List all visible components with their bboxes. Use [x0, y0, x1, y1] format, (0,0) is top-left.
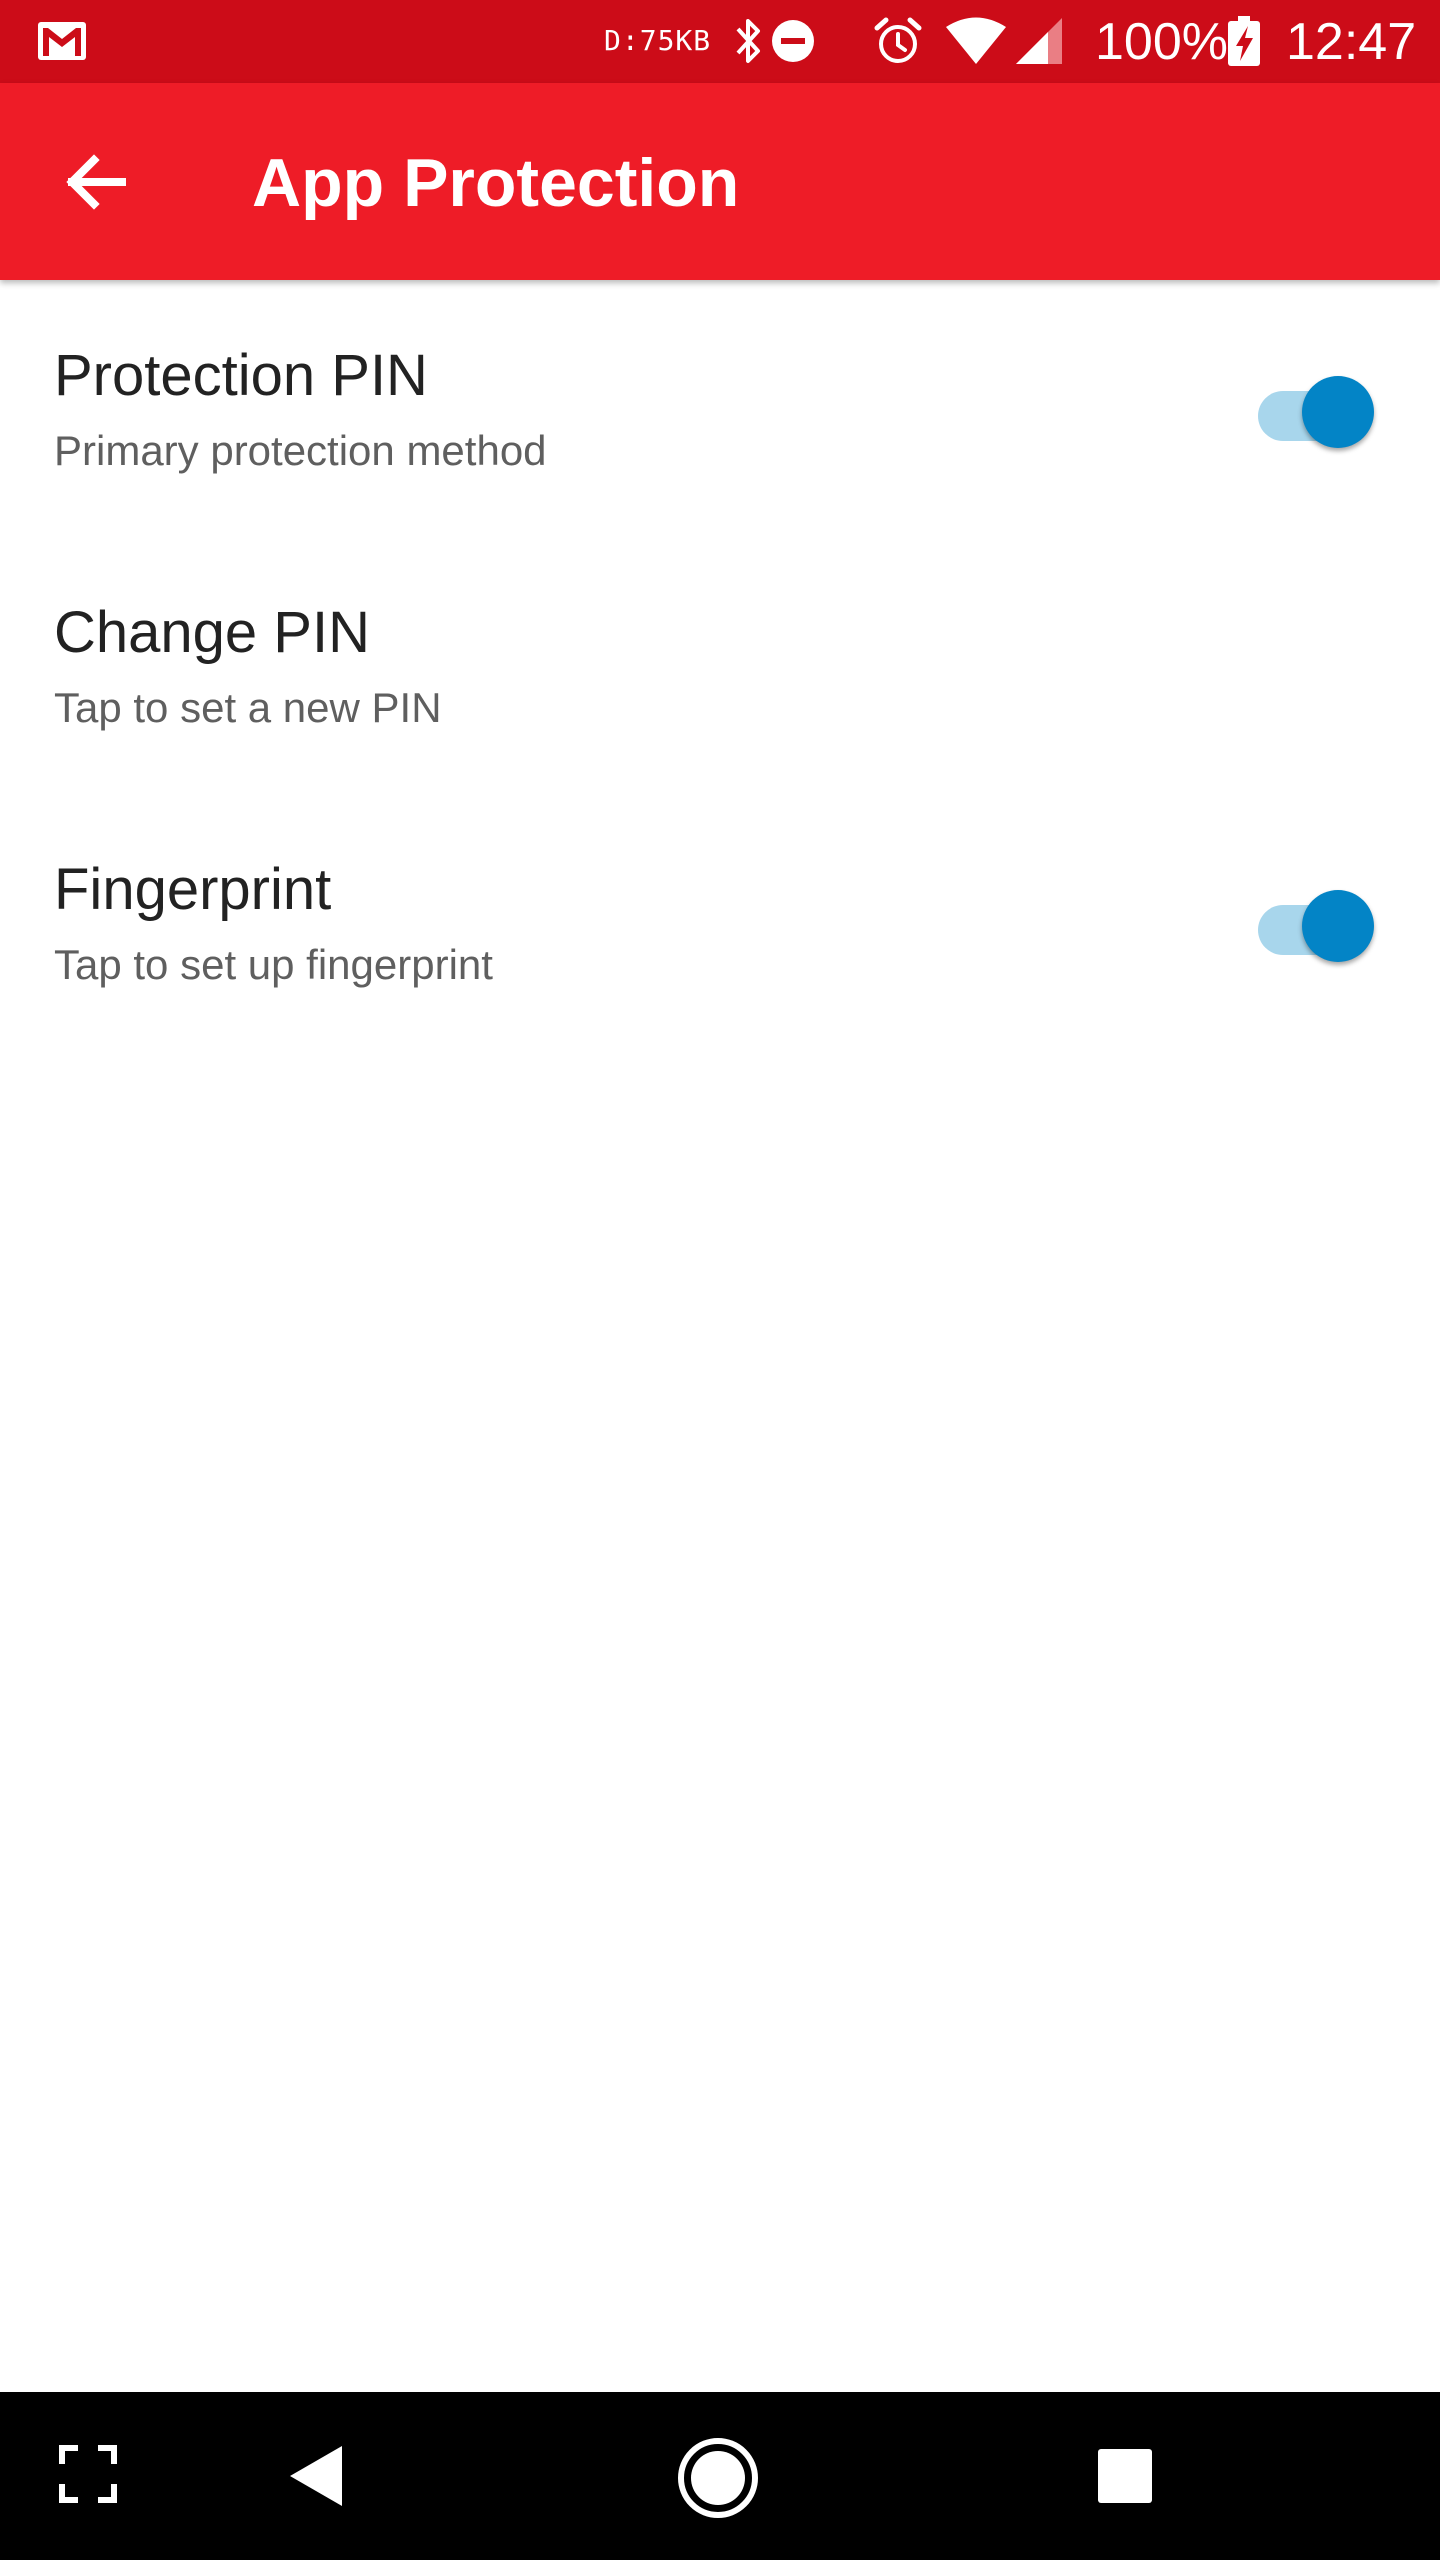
screenshot-frame-icon[interactable] [56, 2442, 120, 2506]
wifi-icon [946, 17, 1006, 64]
clock-text: 12:47 [1286, 13, 1417, 71]
gmail-icon [38, 22, 86, 60]
setting-label: Change PIN [54, 600, 370, 665]
bluetooth-icon [736, 19, 760, 63]
setting-description: Tap to set up fingerprint [54, 941, 493, 988]
net-speed-text: D:75KB [604, 24, 712, 57]
page-title: App Protection [252, 145, 740, 221]
navigation-bar [0, 2392, 1440, 2560]
battery-charging-icon [1228, 16, 1260, 66]
protection-pin-toggle[interactable] [1254, 367, 1378, 448]
setting-label: Protection PIN [54, 343, 428, 408]
battery-percent-text: 100% [1095, 13, 1228, 71]
status-bar: D:75KB 100% 12:47 [0, 0, 1440, 83]
arrow-back-icon[interactable] [58, 142, 138, 222]
back-triangle-icon[interactable] [286, 2444, 346, 2508]
setting-description: Tap to set a new PIN [54, 684, 442, 731]
setting-label: Fingerprint [54, 857, 332, 922]
app-bar: App Protection [0, 83, 1440, 280]
recents-square-icon[interactable] [1096, 2447, 1154, 2505]
switch-thumb [1302, 376, 1374, 448]
cell-signal-icon [1016, 18, 1062, 64]
setting-change-pin[interactable]: Change PIN Tap to set a new PIN [0, 598, 1440, 855]
alarm-icon [874, 17, 922, 63]
switch-thumb [1302, 890, 1374, 962]
setting-description: Primary protection method [54, 427, 547, 474]
setting-protection-pin[interactable]: Protection PIN Primary protection method [0, 341, 1440, 598]
home-circle-icon[interactable] [676, 2436, 760, 2520]
fingerprint-toggle[interactable] [1254, 881, 1378, 962]
setting-fingerprint[interactable]: Fingerprint Tap to set up fingerprint [0, 855, 1440, 1112]
do-not-disturb-icon [772, 20, 814, 62]
